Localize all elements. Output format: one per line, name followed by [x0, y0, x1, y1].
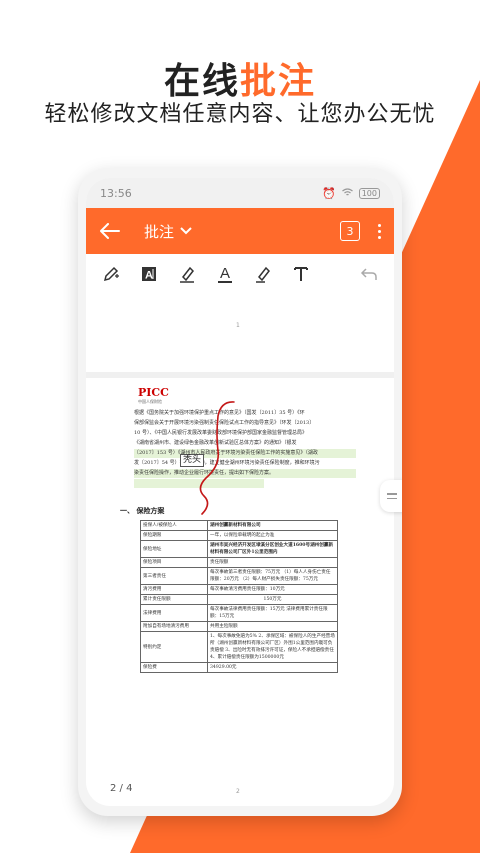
status-time: 13:56 — [100, 186, 132, 200]
undo-icon[interactable] — [350, 257, 388, 291]
phone-frame: 13:56 ⏰ 100 批注 3 A A 1 PICC 中国人保财险 根据《国务… — [78, 168, 402, 816]
table-row: 保险地址 湖州市吴兴经济开发区埭溪分区创业大道1600号湖州创赢新材料有限公司厂区… — [140, 540, 338, 558]
more-menu-icon[interactable] — [374, 223, 384, 239]
insurance-table: 投保人/被保险人 湖州创赢新材料有限公司 保险期限 一年，以保险单载明的起止为准 保… — [140, 520, 338, 673]
page-indicator: 2 / 4 — [102, 781, 141, 796]
status-bar: 13:56 ⏰ 100 — [86, 178, 394, 208]
battery-icon: 100 — [358, 187, 380, 199]
table-row: 特别约定 1、每次事故免赔为5% 2、承保区域：被保险人的生产经营场所（湖州创赢新… — [140, 631, 338, 663]
chevron-down-icon — [180, 227, 192, 235]
table-row: 保险项目 责任限额 — [140, 557, 338, 568]
table-row: 保险期限 一年，以保险单载明的起止为准 — [140, 530, 338, 541]
table-row: 法律费用 每次事故法律费用责任限额：15万元 法律费用累计责任限额：15万元 — [140, 604, 338, 622]
status-icons: ⏰ 100 — [322, 187, 380, 200]
alarm-icon: ⏰ — [322, 186, 336, 200]
mode-title: 批注 — [144, 222, 175, 241]
table-row: 投保人/被保险人 湖州创赢新材料有限公司 — [140, 520, 338, 531]
section-title: 一、 保险方案 — [120, 507, 165, 515]
highlighter-icon[interactable] — [168, 257, 206, 291]
text-icon[interactable] — [282, 257, 320, 291]
page-number: 1 — [236, 322, 240, 329]
ink-annotation-stroke[interactable] — [166, 396, 246, 516]
annotation-note[interactable]: 秃头 — [180, 454, 205, 467]
document-page-1: 1 — [86, 294, 394, 372]
mode-dropdown[interactable]: 批注 — [144, 221, 192, 242]
pen-icon[interactable] — [92, 257, 130, 291]
side-panel-handle[interactable] — [380, 480, 402, 512]
table-row: 附加自有场地清污费用 共用主险限额 — [140, 621, 338, 632]
annotation-count-button[interactable]: 3 — [340, 221, 360, 241]
phone-screen: 13:56 ⏰ 100 批注 3 A A 1 PICC 中国人保财险 根据《国务… — [86, 178, 394, 806]
table-row: 第三者责任 每次事故第三者责任限额：75万元 （1）每人人身伤亡责任限额：20万元… — [140, 567, 338, 585]
promo-subline: 轻松修改文档任意内容、让您办公无忧 — [44, 102, 436, 127]
svg-text:A: A — [145, 270, 153, 282]
document-page-2: PICC 中国人保财险 根据《国务院关于加强环境保护重点工作的意见》（国发〔20… — [86, 378, 394, 806]
table-row: 清污费用 每次事故清污费用责任限额：10万元 — [140, 584, 338, 595]
wifi-icon — [341, 187, 353, 200]
page-number: 2 — [236, 788, 240, 795]
marker-icon[interactable] — [244, 257, 282, 291]
table-row: 保险费 34929.00元 — [140, 662, 338, 673]
font-color-icon[interactable]: A — [206, 257, 244, 291]
picc-logo: PICC 中国人保财险 — [138, 386, 169, 404]
svg-text:A: A — [220, 265, 230, 282]
back-arrow-icon[interactable] — [96, 217, 124, 245]
annotation-toolbar: A A — [86, 254, 394, 295]
text-box-icon[interactable]: A — [130, 257, 168, 291]
document-view[interactable]: 1 PICC 中国人保财险 根据《国务院关于加强环境保护重点工作的意见》（国发〔… — [86, 294, 394, 806]
app-bar: 批注 3 — [86, 208, 394, 254]
table-row: 累计责任限额 150万元 — [140, 594, 338, 605]
